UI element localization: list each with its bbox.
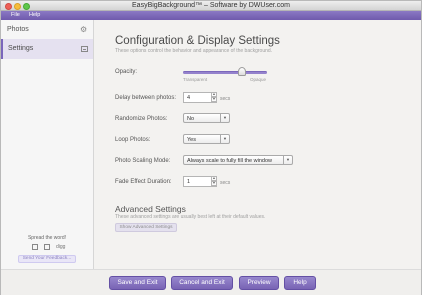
preview-button[interactable]: Preview <box>239 276 279 290</box>
cancel-and-exit-button[interactable]: Cancel and Exit <box>171 276 233 290</box>
sidebar: Photos ⚙ Settings Spread the word! digg … <box>1 20 94 269</box>
sidebar-item-settings[interactable]: Settings <box>1 39 93 59</box>
spread-the-word-label: Spread the word! <box>27 235 67 241</box>
image-icon <box>81 46 88 52</box>
loop-value: Yes <box>187 136 196 143</box>
delay-value: 4 <box>187 95 191 101</box>
settings-panel: Configuration & Display Settings These o… <box>95 20 421 269</box>
app-window: EasyBigBackground™ – Software by DWUser.… <box>0 0 422 295</box>
page-subtitle: These options control the behavior and a… <box>115 48 273 54</box>
stepper-down-icon[interactable]: ▼ <box>211 181 217 186</box>
menu-bar: File Help <box>1 11 421 20</box>
footer-bar: Save and Exit Cancel and Exit Preview He… <box>1 269 421 295</box>
randomize-select[interactable]: No ▼ <box>183 113 230 123</box>
loop-select[interactable]: Yes ▼ <box>183 134 230 144</box>
opacity-slider-thumb[interactable] <box>237 67 246 76</box>
opacity-min-label: Transparent <box>183 77 208 82</box>
delay-unit: secs <box>220 96 231 102</box>
twitter-icon[interactable] <box>44 244 50 250</box>
gear-icon[interactable]: ⚙ <box>80 26 88 34</box>
chevron-down-icon: ▼ <box>220 135 229 143</box>
help-button[interactable]: Help <box>284 276 316 290</box>
menu-file[interactable]: File <box>11 11 20 20</box>
fade-label: Fade Effect Duration: <box>115 179 172 185</box>
randomize-label: Randomize Photos: <box>115 116 168 122</box>
fade-value: 1 <box>187 179 191 185</box>
scaling-label: Photo Scaling Mode: <box>115 158 171 164</box>
delay-stepper[interactable]: ▲ ▼ <box>211 92 218 103</box>
chevron-down-icon: ▼ <box>283 156 292 164</box>
window-title: EasyBigBackground™ – Software by DWUser.… <box>132 2 290 9</box>
facebook-icon[interactable] <box>32 244 38 250</box>
randomize-value: No <box>187 115 195 122</box>
advanced-subtitle: These advanced settings are usually best… <box>115 214 266 220</box>
opacity-label: Opacity: <box>115 69 138 75</box>
delay-label: Delay between photos: <box>115 95 177 101</box>
stepper-down-icon[interactable]: ▼ <box>211 97 217 102</box>
advanced-title: Advanced Settings <box>115 204 186 214</box>
title-bar: EasyBigBackground™ – Software by DWUser.… <box>1 1 421 11</box>
save-and-exit-button[interactable]: Save and Exit <box>109 276 166 290</box>
fade-unit: secs <box>220 180 231 186</box>
digg-icon[interactable]: digg <box>56 244 65 250</box>
opacity-slider-track[interactable] <box>183 71 267 74</box>
scaling-value: Always scale to fully fill the window <box>187 157 272 164</box>
scaling-select[interactable]: Always scale to fully fill the window ▼ <box>183 155 293 165</box>
page-title: Configuration & Display Settings <box>115 35 280 47</box>
sidebar-item-label: Photos <box>7 26 29 33</box>
fade-stepper[interactable]: ▲ ▼ <box>211 176 218 187</box>
menu-help[interactable]: Help <box>29 11 40 20</box>
sidebar-item-photos[interactable]: Photos ⚙ <box>1 21 93 41</box>
chevron-down-icon: ▼ <box>220 114 229 122</box>
send-feedback-button[interactable]: Send Your Feedback... <box>18 255 76 263</box>
show-advanced-button[interactable]: Show Advanced Settings <box>115 223 177 232</box>
opacity-max-label: Opaque <box>250 77 267 82</box>
loop-label: Loop Photos: <box>115 137 151 143</box>
sidebar-item-label: Settings <box>8 45 34 52</box>
